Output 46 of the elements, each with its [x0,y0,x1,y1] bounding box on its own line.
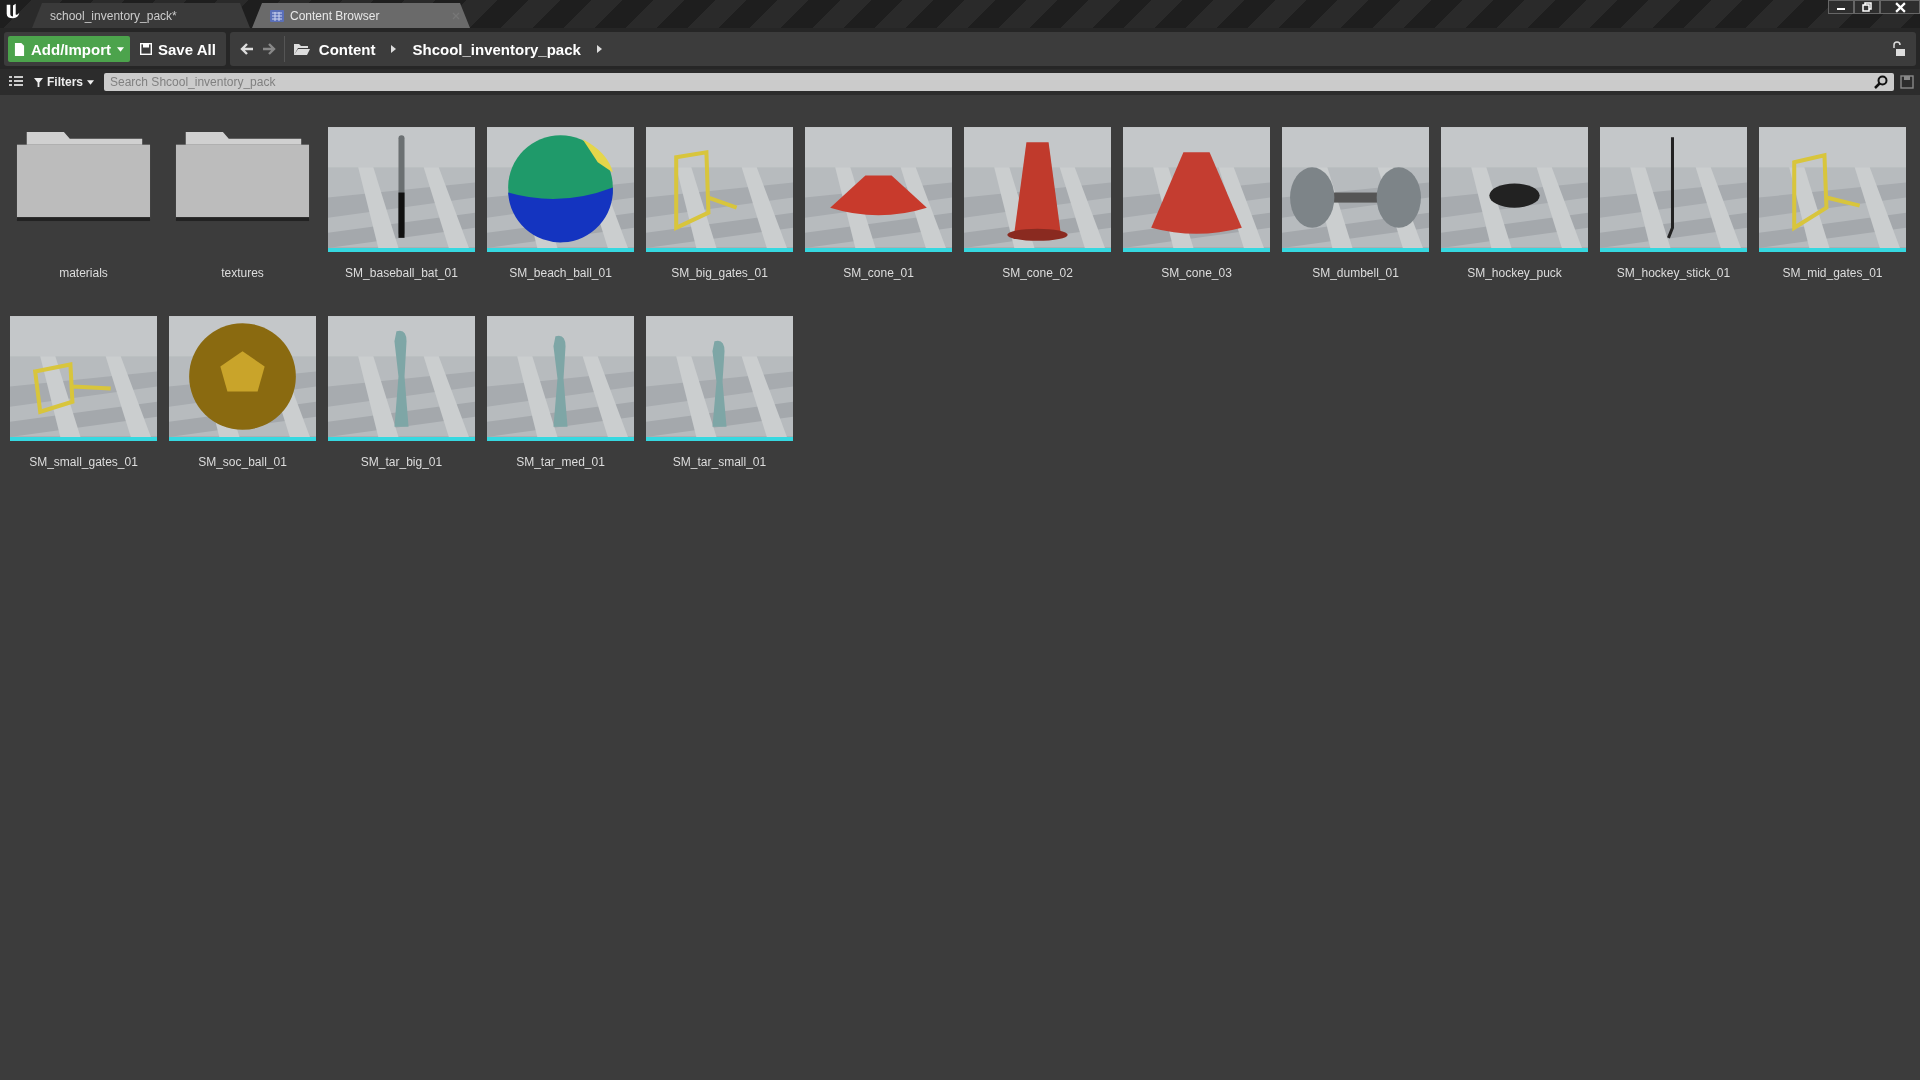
caret-icon [117,46,124,52]
search-icon[interactable] [1874,75,1888,89]
breadcrumb-link[interactable]: Content [318,40,376,58]
asset-name: SM_cone_02 [1002,266,1073,280]
asset-name: SM_small_gates_01 [29,455,138,469]
asset-name: SM_cone_03 [1161,266,1232,280]
asset-name: SM_beach_ball_01 [509,266,612,280]
asset-name: SM_tar_big_01 [360,455,443,469]
asset-name: SM_tar_med_01 [516,455,605,469]
save-search-icon[interactable] [1900,75,1914,89]
asset-name: SM_hockey_stick_01 [1616,266,1731,280]
logo-icon [4,2,22,20]
grid-icon [270,9,284,22]
chevron-icon[interactable] [596,45,602,53]
asset-name: SM_tar_small_01 [672,455,767,469]
tab[interactable]: Content Browser [252,3,470,28]
asset-name: SM_baseball_bat_01 [345,266,458,280]
asset-name: textures [221,266,264,280]
document-icon [14,42,25,56]
asset-name: SM_big_gates_01 [671,266,768,280]
lock-icon[interactable] [1892,41,1906,57]
search-field[interactable]: Search Shcool_inventory_pack [104,73,1894,91]
asset-name: SM_mid_gates_01 [1782,266,1883,280]
close-button[interactable] [1880,0,1920,14]
save-all-button[interactable]: Save All [134,36,222,62]
back-arrow-icon[interactable] [239,43,254,55]
forward-arrow-icon[interactable] [261,43,276,55]
caret-icon [87,79,94,85]
asset-name: SM_dumbell_01 [1312,266,1399,280]
asset-name: materials [59,266,108,280]
chevron-icon[interactable] [391,45,397,53]
filters-button[interactable]: Filters [30,75,98,89]
asset-name: SM_hockey_puck [1467,266,1562,280]
tab[interactable]: school_inventory_pack* [32,3,250,28]
folder-icon[interactable] [174,129,311,222]
funnel-icon [34,77,43,87]
folder-icon[interactable] [15,129,152,222]
minimize-button[interactable] [1828,0,1854,14]
breadcrumb-link[interactable]: Shcool_inventory_pack [412,40,581,58]
restore-icon [1862,2,1872,12]
restore-button[interactable] [1854,0,1880,14]
sources-toggle-icon[interactable] [8,75,24,89]
asset-name: SM_cone_01 [843,266,914,280]
asset-name: SM_soc_ball_01 [198,455,287,469]
folder-icon [292,42,311,56]
close-icon [1894,1,1906,13]
